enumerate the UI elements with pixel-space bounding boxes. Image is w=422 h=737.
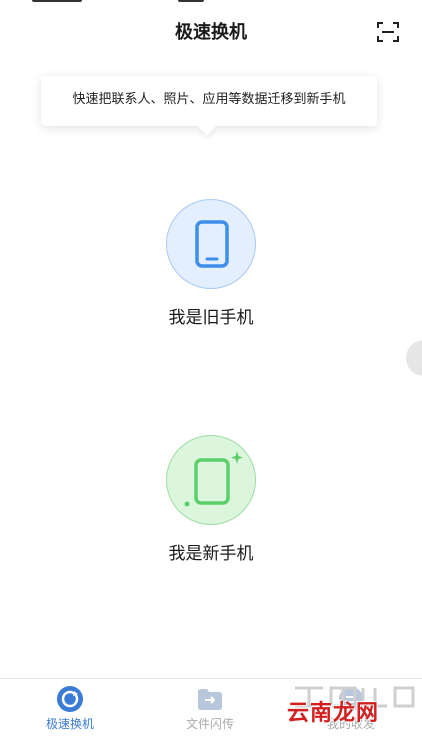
watermark-text: 云南龙网 (287, 701, 380, 726)
old-phone-option[interactable]: 我是旧手机 (111, 199, 311, 328)
status-fragment (178, 0, 204, 2)
scan-icon (377, 22, 399, 42)
old-phone-label: 我是旧手机 (168, 308, 254, 328)
new-phone-circle[interactable] (166, 435, 256, 525)
watermark: 云南龙网 (287, 686, 417, 730)
phone-icon (195, 220, 229, 268)
switch-icon (57, 686, 83, 712)
scan-button[interactable] (376, 20, 400, 44)
tip-tooltip: 快速把联系人、照片、应用等数据迁移到新手机 (41, 76, 377, 126)
page-title: 极速换机 (175, 22, 247, 43)
status-fragment (32, 0, 82, 2)
tab-file-transfer[interactable]: 文件闪传 (140, 679, 280, 737)
old-phone-circle[interactable] (166, 199, 256, 289)
side-float-handle[interactable] (406, 340, 422, 376)
new-phone-label: 我是新手机 (168, 544, 254, 564)
folder-transfer-icon (198, 689, 222, 710)
tab-label: 文件闪传 (185, 717, 234, 731)
tab-fast-switch[interactable]: 极速换机 (0, 679, 140, 737)
header: 极速换机 (0, 12, 422, 52)
new-phone-option[interactable]: 我是新手机 (111, 435, 311, 564)
status-bar (0, 0, 422, 8)
new-phone-icon (184, 451, 243, 507)
tab-label: 极速换机 (45, 717, 94, 731)
